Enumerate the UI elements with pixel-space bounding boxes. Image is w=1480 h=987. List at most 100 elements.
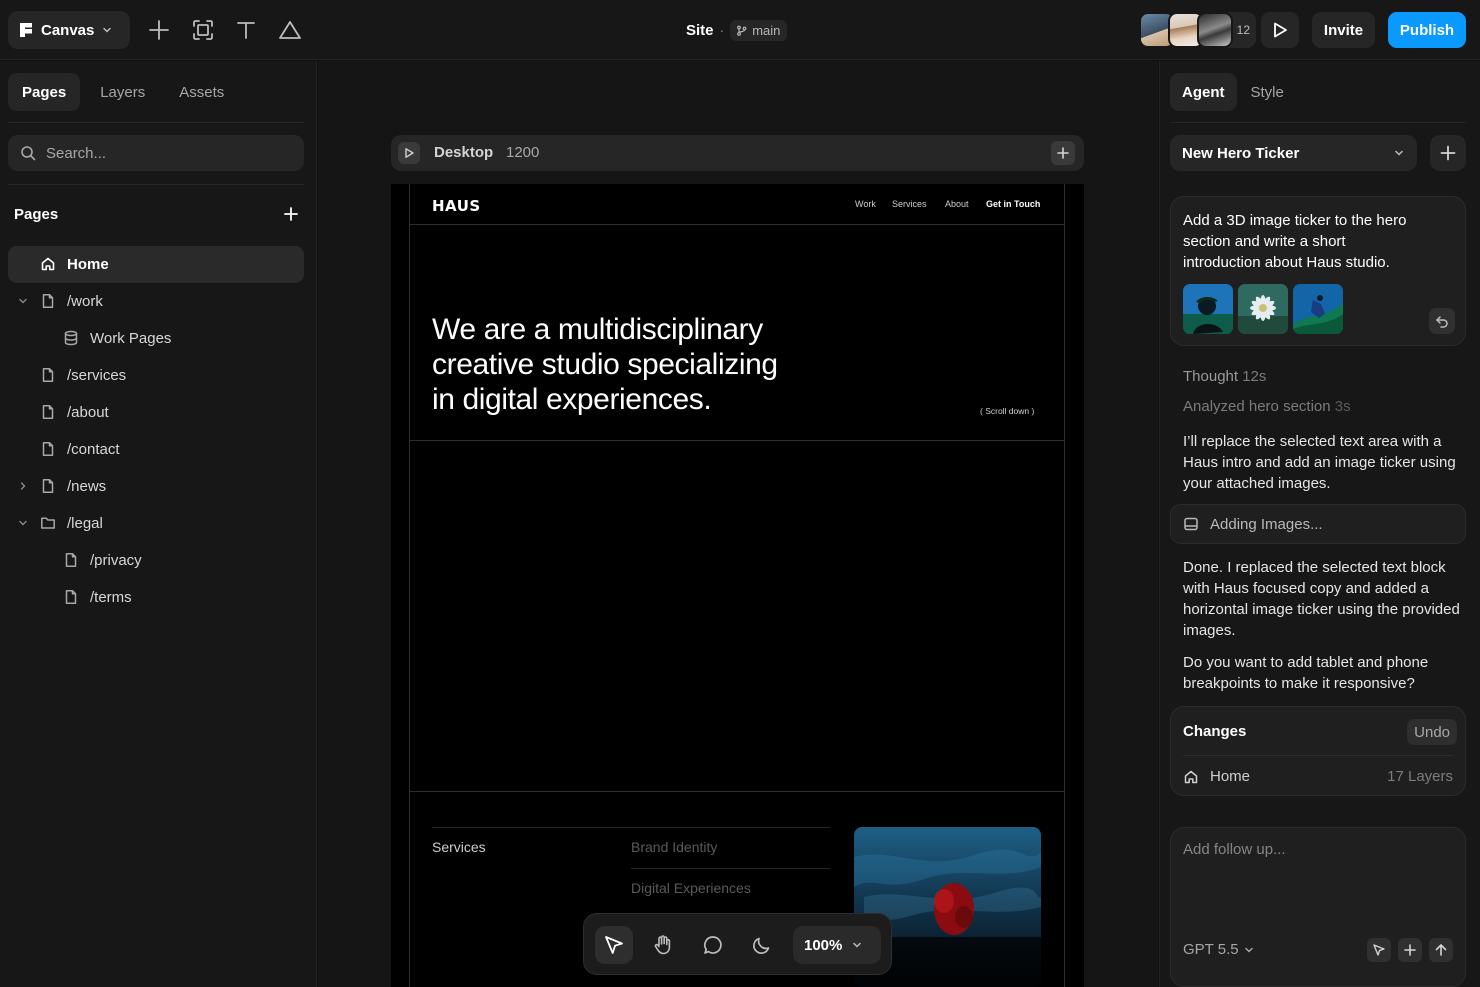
select-tool-button[interactable] bbox=[595, 926, 633, 964]
top-bar: Canvas Site · main 12 Invite Publish bbox=[0, 0, 1480, 60]
service-item[interactable]: Brand Identity bbox=[631, 839, 717, 855]
cursor-icon bbox=[603, 934, 625, 956]
frame-header[interactable]: Desktop 1200 bbox=[391, 135, 1084, 171]
thread-title: New Hero Ticker bbox=[1182, 144, 1300, 162]
page-item-legal[interactable]: /legal bbox=[8, 505, 304, 542]
frame-label: Desktop bbox=[434, 144, 494, 161]
folder-icon bbox=[40, 515, 56, 531]
send-button[interactable] bbox=[1429, 938, 1453, 962]
page-item-work[interactable]: /work bbox=[8, 283, 304, 320]
branch-name: main bbox=[752, 22, 781, 38]
publish-button[interactable]: Publish bbox=[1388, 12, 1466, 48]
app-menu-button[interactable]: Canvas bbox=[8, 11, 130, 49]
thought-status[interactable]: Thought 12s bbox=[1183, 368, 1266, 385]
tab-pages[interactable]: Pages bbox=[8, 73, 81, 111]
agent-message: I’ll replace the selected text area with… bbox=[1183, 433, 1456, 492]
site-name[interactable]: Site bbox=[686, 22, 714, 39]
frame-tool-button[interactable] bbox=[190, 17, 216, 43]
thread-select[interactable]: New Hero Ticker bbox=[1170, 135, 1417, 171]
search-icon bbox=[20, 145, 36, 161]
agent-message: Done. I replaced the selected text block… bbox=[1183, 559, 1460, 639]
title-separator: · bbox=[719, 22, 725, 38]
page-item-news[interactable]: /news bbox=[8, 468, 304, 505]
page-item-contact[interactable]: /contact bbox=[8, 431, 304, 468]
left-tabs: Pages Layers Assets bbox=[8, 73, 238, 111]
page-item-about[interactable]: /about bbox=[8, 394, 304, 431]
text-tool-button[interactable] bbox=[233, 17, 259, 43]
site-nav-work[interactable]: Work bbox=[855, 199, 876, 209]
collaborators[interactable]: 12 bbox=[1139, 12, 1256, 48]
home-icon bbox=[1183, 769, 1199, 785]
select-element-button[interactable] bbox=[1367, 938, 1391, 962]
comment-tool-button[interactable] bbox=[694, 926, 732, 964]
attached-image[interactable] bbox=[1238, 284, 1288, 334]
moon-icon bbox=[751, 934, 773, 956]
cursor-icon bbox=[1372, 943, 1386, 957]
search-input[interactable]: Search... bbox=[8, 135, 304, 171]
guide-line bbox=[409, 184, 410, 987]
preview-button[interactable] bbox=[1261, 12, 1299, 48]
site-logo[interactable]: HAUS bbox=[432, 197, 481, 215]
agent-message: Do you want to add tablet and phone brea… bbox=[1183, 654, 1429, 692]
site-nav-services[interactable]: Services bbox=[892, 199, 927, 209]
plus-icon bbox=[1403, 943, 1417, 957]
attached-image[interactable] bbox=[1183, 284, 1233, 334]
attach-button[interactable] bbox=[1398, 938, 1422, 962]
page-item-home[interactable]: Home bbox=[8, 246, 304, 283]
page-item-label: /services bbox=[67, 367, 127, 384]
changes-page: Home bbox=[1210, 768, 1251, 785]
chevron-right-icon[interactable] bbox=[17, 480, 29, 492]
frame-preview-button[interactable] bbox=[398, 142, 420, 164]
followup-placeholder: Add follow up... bbox=[1183, 841, 1286, 858]
theme-toggle-button[interactable] bbox=[743, 926, 781, 964]
page-item-work-pages[interactable]: Work Pages bbox=[8, 320, 304, 357]
changes-row[interactable]: Home 17 Layers bbox=[1183, 768, 1453, 785]
canvas-logo-icon bbox=[19, 22, 33, 38]
guide-line bbox=[409, 440, 1065, 441]
tab-agent[interactable]: Agent bbox=[1170, 73, 1237, 111]
site-preview-frame[interactable]: HAUS Work Services About Get in Touch We… bbox=[391, 184, 1084, 987]
status-text: Adding Images... bbox=[1210, 515, 1323, 533]
page-item-terms[interactable]: /terms bbox=[8, 579, 304, 616]
database-icon bbox=[63, 330, 79, 346]
frame-width: 1200 bbox=[506, 144, 540, 161]
revert-button[interactable] bbox=[1429, 308, 1455, 334]
avatar[interactable] bbox=[1197, 12, 1233, 48]
service-item[interactable]: Digital Experiences bbox=[631, 880, 751, 896]
site-nav-about[interactable]: About bbox=[945, 199, 969, 209]
image-icon bbox=[1183, 516, 1199, 532]
new-thread-button[interactable] bbox=[1430, 135, 1466, 171]
insert-tool-button[interactable] bbox=[146, 17, 172, 43]
site-nav-cta[interactable]: Get in Touch bbox=[986, 199, 1040, 209]
shape-tool-button[interactable] bbox=[277, 17, 303, 43]
hero-line: We are a multidisciplinary bbox=[432, 313, 763, 346]
tab-layers[interactable]: Layers bbox=[86, 73, 159, 111]
divider bbox=[432, 827, 830, 828]
comment-icon bbox=[702, 934, 724, 956]
canvas-toolbar: 100% bbox=[583, 913, 892, 975]
add-page-button[interactable] bbox=[282, 205, 300, 223]
attached-image[interactable] bbox=[1293, 284, 1343, 334]
zoom-select[interactable]: 100% bbox=[793, 926, 881, 964]
page-item-services[interactable]: /services bbox=[8, 357, 304, 394]
tab-style[interactable]: Style bbox=[1239, 73, 1296, 111]
undo-button[interactable]: Undo bbox=[1407, 719, 1457, 745]
tab-assets[interactable]: Assets bbox=[165, 73, 238, 111]
page-item-privacy[interactable]: /privacy bbox=[8, 542, 304, 579]
followup-input[interactable]: Add follow up... GPT 5.5 bbox=[1170, 827, 1466, 987]
pages-heading: Pages bbox=[14, 206, 59, 223]
site-hero-heading[interactable]: We are a multidisciplinary creative stud… bbox=[432, 312, 852, 417]
zoom-level: 100% bbox=[804, 936, 843, 954]
branch-selector[interactable]: main bbox=[730, 19, 788, 41]
changes-card: Changes Undo Home 17 Layers bbox=[1170, 706, 1466, 796]
task-status[interactable]: Adding Images... bbox=[1170, 504, 1466, 544]
chevron-down-icon[interactable] bbox=[17, 295, 29, 307]
invite-button[interactable]: Invite bbox=[1312, 12, 1375, 48]
hand-tool-button[interactable] bbox=[644, 926, 682, 964]
analyzed-time: 3s bbox=[1334, 398, 1351, 415]
model-select[interactable]: GPT 5.5 bbox=[1183, 941, 1254, 958]
arrow-up-icon bbox=[1434, 943, 1448, 957]
add-breakpoint-button[interactable] bbox=[1051, 141, 1075, 165]
chevron-down-icon[interactable] bbox=[17, 517, 29, 529]
services-label[interactable]: Services bbox=[432, 839, 486, 855]
